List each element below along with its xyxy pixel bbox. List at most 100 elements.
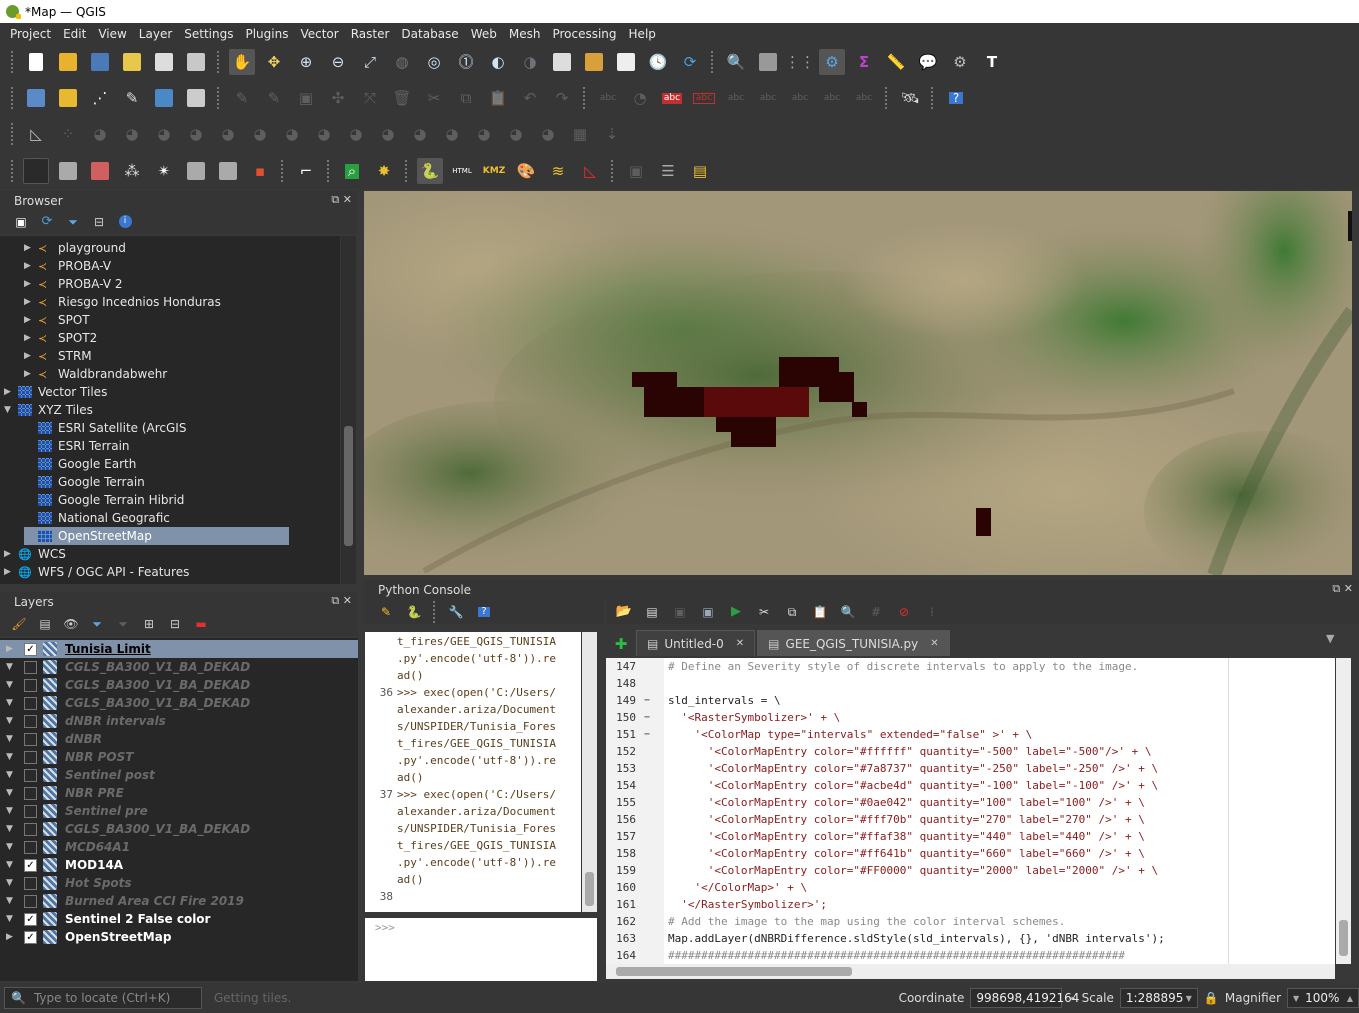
- digitize-tool-icon[interactable]: ▦: [567, 121, 593, 147]
- add-feature-icon[interactable]: [151, 85, 177, 111]
- filter-icon[interactable]: ⏷: [87, 614, 107, 634]
- browser-item[interactable]: OpenStreetMap: [24, 527, 289, 545]
- visibility-eye-icon[interactable]: 👁: [61, 614, 81, 634]
- expand-arrow-icon[interactable]: ▼: [6, 824, 20, 834]
- comment-icon[interactable]: #: [865, 601, 887, 623]
- expand-arrow-icon[interactable]: ▼: [6, 698, 20, 708]
- digitize-tool-icon[interactable]: ◕: [503, 121, 529, 147]
- toolbar-handle[interactable]: [885, 87, 889, 109]
- expand-arrow-icon[interactable]: ▼: [6, 734, 20, 744]
- new-project-icon[interactable]: [23, 49, 49, 75]
- layer-visibility-checkbox[interactable]: ✓: [24, 912, 37, 926]
- menu-edit[interactable]: Edit: [57, 27, 92, 41]
- pin-labels-icon[interactable]: abc: [723, 85, 749, 111]
- panel-float-close-icon[interactable]: ⧉ ✕: [1332, 582, 1353, 596]
- scale-field[interactable]: 1:288895 ▼: [1119, 988, 1198, 1008]
- refresh-icon[interactable]: ⟳: [37, 212, 57, 232]
- console-input[interactable]: >>>: [365, 918, 597, 981]
- menu-settings[interactable]: Settings: [178, 27, 239, 41]
- expand-arrow-icon[interactable]: ▼: [6, 770, 20, 780]
- browser-item[interactable]: ▶ Vector Tiles: [4, 383, 107, 401]
- save-as-icon[interactable]: ▣: [697, 601, 719, 623]
- expand-arrow-icon[interactable]: ▼: [6, 860, 20, 870]
- menu-mesh[interactable]: Mesh: [503, 27, 547, 41]
- select-tool-icon[interactable]: ⌐: [293, 158, 319, 184]
- save-as-icon[interactable]: [119, 49, 145, 75]
- browser-item[interactable]: ▶ ≺ PROBA-V 2: [24, 275, 122, 293]
- panel-float-close-icon[interactable]: ⧉ ✕: [331, 193, 352, 207]
- add-group-icon[interactable]: ▤: [35, 614, 55, 634]
- expand-arrow-icon[interactable]: ▼: [4, 405, 18, 415]
- settings-gear-icon[interactable]: ⚙: [819, 49, 845, 75]
- expand-arrow-icon[interactable]: ▶: [4, 387, 18, 397]
- open-in-external-icon[interactable]: ▤: [641, 601, 663, 623]
- layer-item[interactable]: ▼ ✓ Sentinel 2 False color: [0, 910, 358, 928]
- layer-visibility-checkbox[interactable]: [24, 876, 37, 890]
- new-layer-icon[interactable]: [55, 85, 81, 111]
- zoom-native-icon[interactable]: ⓵: [453, 49, 479, 75]
- expand-all-icon[interactable]: ⊞: [139, 614, 159, 634]
- toolbar-handle[interactable]: [931, 87, 935, 109]
- browser-item[interactable]: National Geografic: [24, 509, 170, 527]
- open-script-icon[interactable]: 📂: [613, 601, 635, 623]
- toolbar-handle[interactable]: [217, 51, 221, 73]
- zoom-selection-icon[interactable]: ◍: [389, 49, 415, 75]
- layer-visibility-checkbox[interactable]: [24, 804, 37, 818]
- extents-toggle-icon[interactable]: ⌁: [1068, 991, 1075, 1005]
- browser-item[interactable]: ▶ ≺ Waldbrandabwehr: [24, 365, 167, 383]
- zoom-out-icon[interactable]: ⊖: [325, 49, 351, 75]
- layer-item[interactable]: ▼ Burned Area CCI Fire 2019: [0, 892, 358, 910]
- digitize-tool-icon[interactable]: ◕: [439, 121, 465, 147]
- layer-visibility-checkbox[interactable]: [24, 678, 37, 692]
- scrollbar-thumb[interactable]: [344, 426, 353, 546]
- expand-arrow-icon[interactable]: ▶: [24, 333, 38, 343]
- expand-arrow-icon[interactable]: ▶: [6, 932, 20, 942]
- scrollbar-thumb[interactable]: [585, 872, 594, 906]
- close-tab-icon[interactable]: ✕: [930, 638, 938, 649]
- layer-item[interactable]: ▶ ✓ OpenStreetMap: [0, 928, 358, 946]
- menu-web[interactable]: Web: [465, 27, 503, 41]
- toolbar-handle[interactable]: [433, 600, 437, 623]
- browser-item[interactable]: ▶ ≺ STRM: [24, 347, 92, 365]
- save-project-icon[interactable]: [87, 49, 113, 75]
- layer-visibility-checkbox[interactable]: [24, 768, 37, 782]
- layer-visibility-checkbox[interactable]: ✓: [24, 930, 37, 944]
- expand-arrow-icon[interactable]: ▶: [4, 549, 18, 559]
- text-annotation-icon[interactable]: T: [979, 49, 1005, 75]
- toolbar-handle[interactable]: [327, 160, 331, 182]
- toolbar-handle[interactable]: [583, 87, 587, 109]
- pan-icon[interactable]: ✋: [229, 49, 255, 75]
- add-selected-icon[interactable]: ▣: [11, 212, 31, 232]
- menu-plugins[interactable]: Plugins: [239, 27, 294, 41]
- toolbar-handle[interactable]: [405, 160, 409, 182]
- raster-tool-icon[interactable]: [183, 158, 209, 184]
- label-tool-icon[interactable]: ◔: [627, 85, 653, 111]
- identify-icon[interactable]: 🔍: [723, 49, 749, 75]
- statistics-sum-icon[interactable]: Σ: [851, 49, 877, 75]
- browser-item[interactable]: ▶ 🌐 WFS / OGC API - Features: [4, 563, 189, 581]
- attribute-table-icon[interactable]: [755, 49, 781, 75]
- georef-icon[interactable]: ◺: [577, 158, 603, 184]
- raster-tool-icon[interactable]: [215, 158, 241, 184]
- style-manager-icon[interactable]: [183, 49, 209, 75]
- digitize-tool-icon[interactable]: ◕: [247, 121, 273, 147]
- magnifier-field[interactable]: ▼ 100% ▲: [1287, 988, 1359, 1008]
- layer-visibility-checkbox[interactable]: [24, 660, 37, 674]
- remove-layer-icon[interactable]: ▬: [191, 614, 211, 634]
- layer-item[interactable]: ▼ Hot Spots: [0, 874, 358, 892]
- editor-hscrollbar[interactable]: [606, 964, 1335, 979]
- browser-item[interactable]: ESRI Satellite (ArcGIS: [24, 419, 186, 437]
- expand-arrow-icon[interactable]: ▼: [6, 680, 20, 690]
- menu-vector[interactable]: Vector: [294, 27, 344, 41]
- expand-arrow-icon[interactable]: ▶: [4, 567, 18, 577]
- html-icon[interactable]: HTML: [449, 158, 475, 184]
- digitize-tool-icon[interactable]: ◕: [375, 121, 401, 147]
- toolbar-handle[interactable]: [11, 51, 15, 73]
- coordinate-field[interactable]: 998698,4192164: [970, 988, 1079, 1008]
- menu-database[interactable]: Database: [395, 27, 464, 41]
- browser-scrollbar[interactable]: [341, 236, 356, 584]
- label-abc-icon[interactable]: abc: [595, 85, 621, 111]
- spatial-bookmark-icon[interactable]: [613, 49, 639, 75]
- refresh-icon[interactable]: ⟳: [677, 49, 703, 75]
- digitize-tool-icon[interactable]: ◕: [471, 121, 497, 147]
